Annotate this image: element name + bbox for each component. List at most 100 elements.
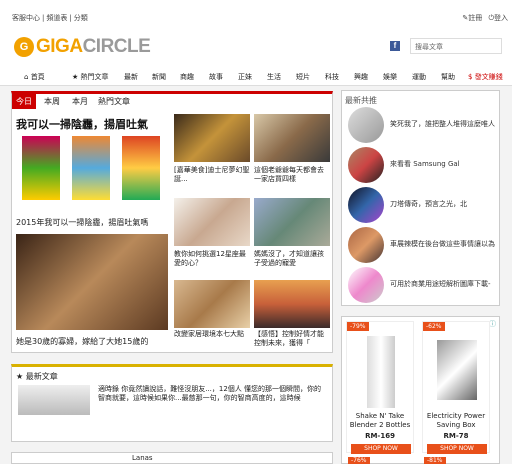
nav-earn[interactable]: $ 發文賺錢 <box>468 72 503 82</box>
article-image-couple[interactable] <box>16 234 168 330</box>
article-caption[interactable]: 【感悟】控制好情才能控制未來，獲得「 <box>254 330 330 348</box>
latest-articles-panel: ★ 最新文章 適時錄 你竟然讀說話，難怪沒朋友...，12個人 懂您的那一個瞬間… <box>11 364 333 442</box>
top-links: 客服中心 | 頻道表 | 分類 <box>12 13 90 23</box>
bottom-label: Lanas <box>132 454 153 462</box>
article-image-mother[interactable] <box>254 198 330 246</box>
tarot-banner: 我可以一掃陰霾，揚眉吐氣 <box>16 118 148 131</box>
shop-now-button[interactable]: SHOP NOW <box>427 444 487 454</box>
article-image-home[interactable] <box>174 280 250 328</box>
nav-tech[interactable]: 科技 <box>325 72 339 82</box>
nav-home[interactable]: ⌂ 首頁 <box>24 72 45 82</box>
article-caption[interactable]: [嘉華美食]迪士尼夢幻聖誕... <box>174 166 250 184</box>
sidebar-title: 最新共推 <box>345 96 377 105</box>
sidebar-thumb <box>348 227 384 263</box>
register-link[interactable]: 註冊 <box>468 14 482 22</box>
logo-circle: CIRCLE <box>82 36 151 57</box>
nav-latest[interactable]: 最新 <box>124 72 138 82</box>
separator: | <box>69 14 72 22</box>
category-link[interactable]: 分類 <box>74 14 88 22</box>
search-input[interactable]: 搜尋文章 <box>410 38 502 54</box>
home-icon: ⌂ <box>24 73 29 81</box>
discount-badge: -81% <box>424 457 446 464</box>
tab-today[interactable]: 今日 <box>12 94 36 109</box>
nav-entertainment[interactable]: 娛樂 <box>383 72 397 82</box>
nav-label: 發文賺錢 <box>474 73 503 81</box>
star-icon: ★ <box>72 73 79 81</box>
ad-item[interactable]: -62% Electricity Power Saving Box RM-78 … <box>422 321 490 454</box>
nav-news[interactable]: 新聞 <box>152 72 166 82</box>
sidebar-item-text: 可用於商業用途短解析圖庫下載- <box>390 280 491 288</box>
article-image-sunset[interactable] <box>254 280 330 328</box>
article-caption[interactable]: 她是30歲的寡婦，嫁給了大她15歲的 <box>16 337 176 346</box>
ad-price: RM-169 <box>365 432 395 440</box>
logo-mark: G <box>14 37 34 57</box>
facebook-icon[interactable]: f <box>390 41 400 51</box>
article-image-grandpa[interactable] <box>254 114 330 162</box>
logo[interactable]: G GIGACIRCLE <box>14 36 151 58</box>
sidebar-item[interactable]: 刀塔傳奇，預言之光，北 <box>348 187 498 225</box>
article-image-christmas[interactable] <box>174 114 250 162</box>
nav-help[interactable]: 幫助 <box>441 72 455 82</box>
tarot-card <box>72 136 110 200</box>
sidebar-panel: 最新共推 笑死我了，誰把整人堆得這麼唯人 來看看 Samsung Gal 刀塔傳… <box>341 90 500 306</box>
latest-title: ★ 最新文章 <box>16 371 58 382</box>
sidebar-item[interactable]: 笑死我了，誰把整人堆得這麼唯人 <box>348 107 498 145</box>
article-caption[interactable]: 2015年我可以一掃陰霾，揚眉吐氣嗎 <box>16 218 176 227</box>
sidebar-item-text: 刀塔傳奇，預言之光，北 <box>390 200 467 208</box>
article-image-zodiac[interactable] <box>174 198 250 246</box>
article-caption[interactable]: 改變家居環境本七大點 <box>174 330 250 348</box>
customer-service-link[interactable]: 客服中心 <box>12 14 40 22</box>
ad-image-blender <box>367 336 395 408</box>
shop-now-button[interactable]: SHOP NOW <box>351 444 411 454</box>
latest-article-text[interactable]: 適時錄 你竟然讀說話，難怪沒朋友...，12個人 懂您的那一個瞬間，你的智商就要… <box>98 385 328 425</box>
discount-badge: -76% <box>348 457 370 464</box>
ad-image-powerbox <box>437 340 477 400</box>
article-image-tarot[interactable]: 我可以一掃陰霾，揚眉吐氣 <box>16 114 168 210</box>
tab-week[interactable]: 本周 <box>40 96 64 107</box>
ad-name: Shake N' Take Blender 2 Bottles <box>349 412 411 429</box>
nav-label: 熱門文章 <box>80 73 109 81</box>
tarot-card <box>22 136 60 200</box>
discount-badge: -62% <box>423 322 445 331</box>
ad-name: Electricity Power Saving Box <box>426 412 486 429</box>
article-caption[interactable]: 媽媽沒了，才知道讓孩子受過的寵愛 <box>254 250 330 268</box>
ad-panel: ⓘ -79% Shake N' Take Blender 2 Bottles R… <box>341 316 500 464</box>
top-bar: 客服中心 | 頻道表 | 分類 ✎註冊 ⏻登入 <box>0 0 512 26</box>
sidebar-item[interactable]: 車展辣模在後台做這些事情讓以為 <box>348 227 498 265</box>
sidebar-item-text: 笑死我了，誰把整人堆得這麼唯人 <box>390 120 495 128</box>
nav-clips[interactable]: 短片 <box>296 72 310 82</box>
nav-business[interactable]: 商趣 <box>180 72 194 82</box>
sidebar-item[interactable]: 來看看 Samsung Gal <box>348 147 498 185</box>
nav-life[interactable]: 生活 <box>267 72 281 82</box>
latest-article-image[interactable] <box>18 385 90 415</box>
separator: | <box>42 14 45 22</box>
articles-panel: 今日 本周 本月 熱門文章 我可以一掃陰霾，揚眉吐氣 2015年我可以一掃陰霾，… <box>11 91 333 353</box>
sidebar-item[interactable]: 可用於商業用途短解析圖庫下載- <box>348 267 498 305</box>
tab-month[interactable]: 本月 <box>68 96 92 107</box>
tab-bar: 今日 本周 本月 熱門文章 <box>12 94 332 110</box>
nav-story[interactable]: 故事 <box>209 72 223 82</box>
latest-title-text: 最新文章 <box>25 372 58 381</box>
login-link[interactable]: 登入 <box>494 14 508 22</box>
nav-label: 首頁 <box>30 73 45 81</box>
tarot-card <box>122 136 160 200</box>
sidebar-item-text: 來看看 Samsung Gal <box>390 160 460 168</box>
ad-item[interactable]: -79% Shake N' Take Blender 2 Bottles RM-… <box>346 321 414 454</box>
bottom-strip: Lanas <box>11 452 333 464</box>
nav-sports[interactable]: 運動 <box>412 72 426 82</box>
discount-badge: -79% <box>347 322 369 331</box>
nav-hobby[interactable]: 興趣 <box>354 72 368 82</box>
ad-price: RM-78 <box>443 432 469 440</box>
nav-popular[interactable]: ★ 熱門文章 <box>72 72 109 82</box>
logo-giga: GIGA <box>36 36 83 57</box>
ad-info-icon[interactable]: ⓘ <box>489 319 496 329</box>
article-caption[interactable]: 教你如何挑選12星座最愛的心？ <box>174 250 250 268</box>
star-icon: ★ <box>16 372 24 381</box>
article-caption[interactable]: 這個老爺爺每天都會去一家店買四樣 <box>254 166 330 184</box>
tab-popular[interactable]: 熱門文章 <box>94 96 134 107</box>
nav-girls[interactable]: 正妹 <box>238 72 252 82</box>
sidebar-thumb <box>348 187 384 223</box>
dollar-icon: $ <box>468 73 473 81</box>
channel-list-link[interactable]: 頻道表 <box>46 14 67 22</box>
sidebar-thumb <box>348 267 384 303</box>
